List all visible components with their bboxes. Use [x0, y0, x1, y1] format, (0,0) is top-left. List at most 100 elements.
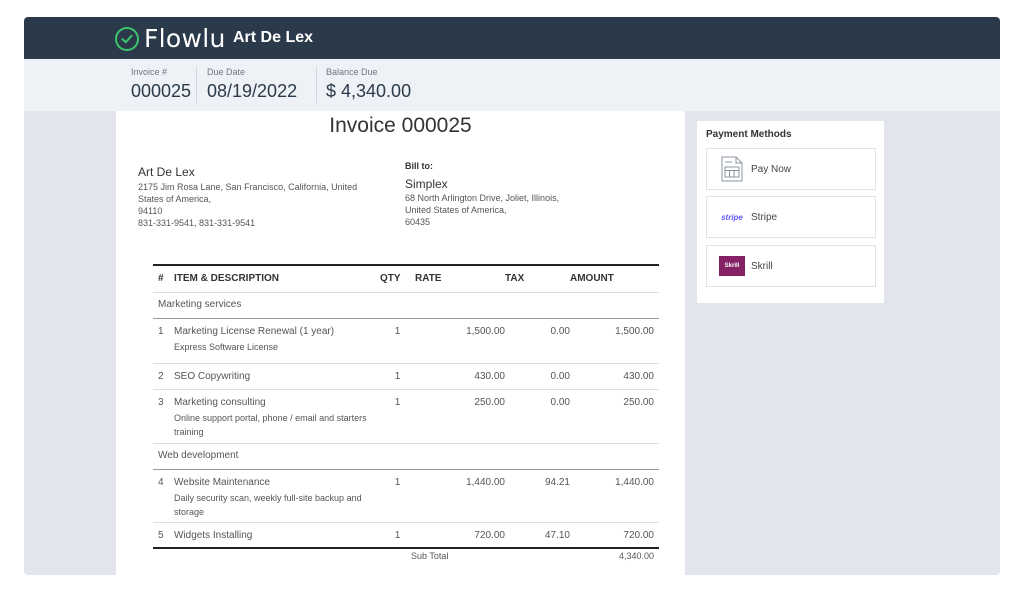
item-description: Daily security scan, weekly full-site ba…	[174, 492, 362, 517]
payment-method-label: Stripe	[751, 211, 778, 223]
client-zip: 60435	[405, 217, 431, 227]
summary-value: $ 4,340.00	[326, 81, 412, 101]
sender-address: Art De Lex 2175 Jim Rosa Lane, San Franc…	[138, 166, 378, 229]
summary-balance-due: Balance Due $ 4,340.00	[326, 67, 411, 105]
row-tax: 94.21	[505, 469, 570, 523]
row-qty: 1	[380, 318, 415, 364]
skrill-logo-text: Skrill	[719, 256, 745, 276]
row-amount: 720.00	[570, 522, 659, 549]
payment-method-label: Skrill	[751, 260, 773, 272]
row-num: 1	[153, 318, 174, 364]
column-header-qty: QTY	[380, 265, 415, 293]
column-header-num: #	[153, 265, 174, 293]
section-name: Web development	[153, 443, 659, 470]
row-item: Website Maintenance Daily security scan,…	[174, 469, 380, 523]
item-description: Online support portal, phone / email and…	[174, 412, 367, 437]
company-name: Art De Lex	[233, 29, 314, 46]
invoice-items-table: # ITEM & DESCRIPTION QTY RATE TAX AMOUNT…	[153, 264, 659, 549]
row-tax: 0.00	[505, 363, 570, 390]
row-tax: 0.00	[505, 389, 570, 444]
column-header-rate: RATE	[415, 265, 505, 293]
table-row: 4 Website Maintenance Daily security sca…	[153, 469, 659, 523]
sender-address-line: States of America,	[138, 194, 212, 204]
row-item: Widgets Installing	[174, 522, 380, 549]
row-item: SEO Copywriting	[174, 363, 380, 390]
sender-address-line: 2175 Jim Rosa Lane, San Francisco, Calif…	[138, 182, 358, 192]
row-amount: 1,440.00	[570, 469, 659, 523]
app-frame: Flowlu Art De Lex Invoice # 000025 Due D…	[24, 17, 1000, 575]
summary-label: Due Date	[207, 67, 246, 77]
row-item: Marketing License Renewal (1 year) Expre…	[174, 318, 380, 364]
row-num: 5	[153, 522, 174, 549]
row-rate: 430.00	[415, 363, 505, 390]
client-name: Simplex	[405, 177, 448, 191]
summary-due-date: Due Date 08/19/2022	[207, 67, 297, 105]
client-address-line: United States of America,	[405, 205, 507, 215]
table-row: 2 SEO Copywriting 1 430.00 0.00 430.00	[153, 363, 659, 390]
summary-label: Invoice #	[131, 67, 168, 77]
client-address-line: 68 North Arlington Drive, Joliet, Illino…	[405, 193, 560, 203]
payment-method-label: Pay Now	[751, 163, 792, 175]
column-header-amount: AMOUNT	[570, 265, 659, 293]
item-name: Widgets Installing	[174, 529, 253, 541]
stripe-button[interactable]: stripe Stripe	[706, 196, 876, 238]
table-row: 5 Widgets Installing 1 720.00 47.10 720.…	[153, 522, 659, 549]
invoice-document: Invoice 000025 Art De Lex 2175 Jim Rosa …	[116, 111, 685, 575]
column-header-item: ITEM & DESCRIPTION	[174, 265, 380, 293]
row-amount: 430.00	[570, 363, 659, 390]
row-tax: 0.00	[505, 318, 570, 364]
row-qty: 1	[380, 389, 415, 444]
row-amount: 250.00	[570, 389, 659, 444]
summary-invoice-number: Invoice # 000025	[131, 67, 191, 105]
item-name: Marketing consulting	[174, 396, 266, 408]
row-qty: 1	[380, 363, 415, 390]
item-name: SEO Copywriting	[174, 370, 251, 382]
skrill-logo-icon: Skrill	[717, 256, 747, 276]
table-row: 3 Marketing consulting Online support po…	[153, 389, 659, 444]
check-circle-icon	[115, 26, 139, 51]
subtotal-value: 4,340.00	[618, 551, 654, 561]
payment-methods-title: Payment Methods	[706, 129, 792, 140]
calculator-icon	[717, 156, 747, 182]
summary-value: 08/19/2022	[207, 81, 298, 101]
summary-value: 000025	[131, 81, 192, 101]
row-tax: 47.10	[505, 522, 570, 549]
bill-to-address: Bill to: Simplex 68 North Arlington Driv…	[405, 160, 585, 228]
row-item: Marketing consulting Online support port…	[174, 389, 380, 444]
row-qty: 1	[380, 522, 415, 549]
bill-to-label: Bill to:	[405, 161, 433, 171]
row-amount: 1,500.00	[570, 318, 659, 364]
row-num: 4	[153, 469, 174, 523]
skrill-button[interactable]: Skrill Skrill	[706, 245, 876, 287]
sender-zip: 94110	[138, 206, 163, 216]
row-rate: 250.00	[415, 389, 505, 444]
table-row: 1 Marketing License Renewal (1 year) Exp…	[153, 318, 659, 364]
section-row: Marketing services	[153, 292, 659, 319]
stripe-logo-icon: stripe	[717, 213, 747, 222]
pay-now-button[interactable]: Pay Now	[706, 148, 876, 190]
sender-phone: 831-331-9541, 831-331-9541	[138, 218, 256, 228]
item-name: Marketing License Renewal (1 year)	[174, 325, 335, 337]
row-num: 2	[153, 363, 174, 390]
row-qty: 1	[380, 469, 415, 523]
section-name: Marketing services	[153, 292, 659, 319]
stripe-logo-text: stripe	[721, 212, 743, 222]
row-num: 3	[153, 389, 174, 444]
section-row: Web development	[153, 443, 659, 470]
row-rate: 1,440.00	[415, 469, 505, 523]
brand-name: Flowlu	[144, 24, 226, 53]
divider	[316, 67, 317, 103]
brand-logo[interactable]: Flowlu	[115, 24, 226, 53]
divider	[196, 67, 197, 103]
subtotal-label: Sub Total	[411, 551, 449, 561]
summary-label: Balance Due	[326, 67, 378, 77]
invoice-title: Invoice 000025	[329, 114, 472, 137]
row-rate: 720.00	[415, 522, 505, 549]
row-rate: 1,500.00	[415, 318, 505, 364]
column-header-tax: TAX	[505, 265, 570, 293]
item-description: Express Software License	[174, 341, 279, 352]
top-bar: Flowlu Art De Lex	[24, 17, 1000, 59]
sender-name: Art De Lex	[138, 165, 195, 179]
payment-methods-panel: Payment Methods Pay Now stripe Stripe Sk…	[697, 121, 884, 303]
invoice-summary-bar: Invoice # 000025 Due Date 08/19/2022 Bal…	[24, 59, 1000, 111]
